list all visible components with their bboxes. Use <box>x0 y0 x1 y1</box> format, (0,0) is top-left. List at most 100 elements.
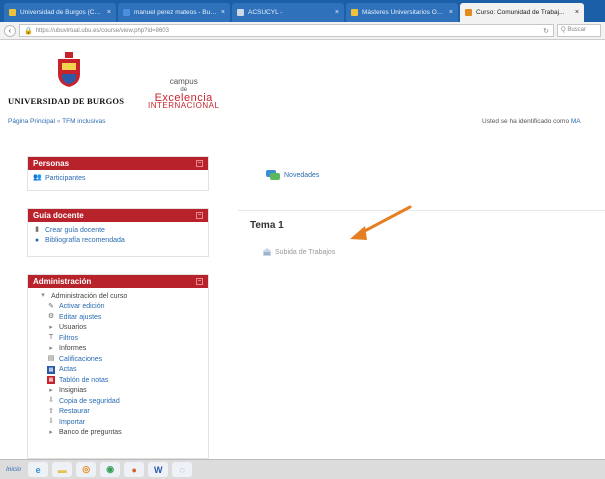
item-label: Usuarios <box>59 324 87 332</box>
browser-tab[interactable]: manuel perez mateos - Busca... × <box>118 3 230 22</box>
browser-search-input[interactable]: Q Buscar <box>557 24 601 37</box>
document-icon: ▮ <box>35 226 39 234</box>
settings-taskbar-icon[interactable]: ◌ <box>172 462 193 477</box>
users-folder[interactable]: ▸ Usuarios <box>33 323 203 334</box>
create-guide-link[interactable]: ▮ Crear guía docente <box>33 225 203 236</box>
participants-icon: 👥 <box>33 174 42 182</box>
filters-link[interactable]: T Filtros <box>33 333 203 344</box>
lock-icon: 🔒 <box>24 27 33 35</box>
close-icon[interactable]: × <box>221 9 225 16</box>
collapse-icon[interactable]: – <box>196 212 203 219</box>
campus-excelencia-logo: campus de Excelencia INTERNACIONAL <box>148 78 219 110</box>
assignment-label: Subida de Trabajos <box>275 248 336 256</box>
expand-arrow-icon: ▸ <box>49 428 53 436</box>
badges-folder[interactable]: ▸ Insignias <box>33 386 203 397</box>
close-icon[interactable]: × <box>335 9 339 16</box>
backup-icon: ⇩ <box>48 397 54 405</box>
media-taskbar-icon[interactable]: ◎ <box>76 462 97 477</box>
ie-taskbar-icon[interactable]: e <box>28 462 49 477</box>
toggle-editing-link[interactable]: ✎ Activar edición <box>33 302 203 313</box>
url-text: https://ubuvirtual.ubu.es/course/view.ph… <box>35 27 169 34</box>
globe-icon: ● <box>34 236 40 244</box>
tab-label: manuel perez mateos - Busca... <box>134 9 217 16</box>
item-label: Importar <box>59 418 86 426</box>
collapse-icon[interactable]: – <box>196 160 203 167</box>
item-label: Filtros <box>59 334 79 342</box>
item-label: Insignias <box>59 387 87 395</box>
folder-taskbar-icon[interactable]: ▬ <box>52 462 73 477</box>
login-username[interactable]: MA <box>571 118 581 125</box>
actas-icon: ▦ <box>47 365 55 374</box>
section-title: Tema 1 <box>250 220 284 231</box>
import-icon: ⇩ <box>48 418 54 426</box>
reports-folder[interactable]: ▸ Informes <box>33 344 203 355</box>
edit-settings-link[interactable]: ⚙ Editar ajustes <box>33 312 203 323</box>
block-personas: Personas – 👥 Participantes <box>27 156 209 191</box>
firefox-taskbar-icon[interactable]: ● <box>124 462 145 477</box>
moodle-favicon-icon <box>465 9 472 16</box>
assignment-link[interactable]: Subida de Trabajos <box>262 247 335 257</box>
tab-label: ACSUCYL - <box>248 9 283 16</box>
block-header: Administración – <box>28 275 208 288</box>
expand-arrow-icon: ▸ <box>49 323 53 331</box>
item-label: Tablón de notas <box>59 376 109 384</box>
gear-icon: ⚙ <box>47 313 55 321</box>
browser-tab[interactable]: Másteres Universitarios Oficia... × <box>346 3 458 22</box>
expand-arrow-icon: ▸ <box>49 344 53 352</box>
block-header: Personas – <box>28 157 208 170</box>
close-icon[interactable]: × <box>107 9 111 16</box>
browser-tab-strip: Universidad de Burgos (Cont... × manuel pe… <box>0 0 605 22</box>
admin-course-root[interactable]: ▾ Administración del curso <box>33 291 203 302</box>
item-label: Banco de preguntas <box>59 429 122 437</box>
item-label: Editar ajustes <box>59 313 102 321</box>
ubu-favicon-icon <box>351 9 358 16</box>
chrome-taskbar-icon[interactable]: ◉ <box>100 462 121 477</box>
browser-toolbar: ‹ 🔒 https://ubuvirtual.ubu.es/course/vie… <box>0 22 605 40</box>
bibliography-link[interactable]: ● Bibliografía recomendada <box>33 236 203 247</box>
annotation-arrow-icon <box>350 205 412 240</box>
word-taskbar-icon[interactable]: W <box>148 462 169 477</box>
collapse-arrow-icon: ▾ <box>41 292 45 300</box>
course-section <box>238 210 605 270</box>
restore-link[interactable]: ⇧ Restaurar <box>33 407 203 418</box>
university-shield-icon <box>58 52 80 87</box>
browser-tab[interactable]: Universidad de Burgos (Cont... × <box>4 3 116 22</box>
import-link[interactable]: ⇩ Importar <box>33 417 203 428</box>
browser-tab[interactable]: ACSUCYL - × <box>232 3 344 22</box>
assignment-icon <box>263 248 271 256</box>
close-icon[interactable]: × <box>575 9 579 16</box>
internacional-line: INTERNACIONAL <box>148 101 220 110</box>
grades-link[interactable]: ▤ Calificaciones <box>33 354 203 365</box>
question-bank-folder[interactable]: ▸ Banco de preguntas <box>33 428 203 439</box>
actas-link[interactable]: ▦ Actas <box>33 365 203 376</box>
noticeboard-icon: ▦ <box>47 376 55 385</box>
news-forum-link[interactable]: Novedades <box>266 170 319 181</box>
breadcrumb-course[interactable]: TFM inclusivas <box>62 118 105 125</box>
backup-link[interactable]: ⇩ Copia de seguridad <box>33 396 203 407</box>
block-title: Personas <box>33 159 70 168</box>
item-label: Activar edición <box>59 303 105 311</box>
close-icon[interactable]: × <box>449 9 453 16</box>
tab-label: Másteres Universitarios Oficia... <box>362 9 445 16</box>
ubu-favicon-icon <box>9 9 16 16</box>
block-administracion: Administración – ▾ Administración del cu… <box>27 274 209 459</box>
back-button[interactable]: ‹ <box>4 24 16 37</box>
search-favicon-icon <box>123 9 130 16</box>
site-logo[interactable]: UNIVERSIDAD DE BURGOS campus de Excelenc… <box>8 52 248 110</box>
reload-icon[interactable]: ↻ <box>543 27 549 35</box>
expand-arrow-icon: ▸ <box>49 386 53 394</box>
address-bar[interactable]: 🔒 https://ubuvirtual.ubu.es/course/view.… <box>19 24 554 37</box>
noticeboard-link[interactable]: ▦ Tablón de notas <box>33 375 203 386</box>
breadcrumb: Página Principal » TFM inclusivas <box>8 118 105 125</box>
breadcrumb-home[interactable]: Página Principal <box>8 118 55 125</box>
breadcrumb-separator: » <box>56 118 61 125</box>
browser-tab-active[interactable]: Curso: Comunidad de Trabaj... × <box>460 3 584 22</box>
item-label: Bibliografía recomendada <box>45 237 125 245</box>
collapse-icon[interactable]: – <box>196 278 203 285</box>
filter-icon: T <box>48 334 54 342</box>
start-button[interactable]: Inicio <box>3 463 24 477</box>
participants-link[interactable]: 👥 Participantes <box>33 173 203 184</box>
restore-icon: ⇧ <box>48 407 54 415</box>
block-guia-docente: Guía docente – ▮ Crear guía docente ● Bi… <box>27 208 209 257</box>
tab-label: Curso: Comunidad de Trabaj... <box>476 9 565 16</box>
